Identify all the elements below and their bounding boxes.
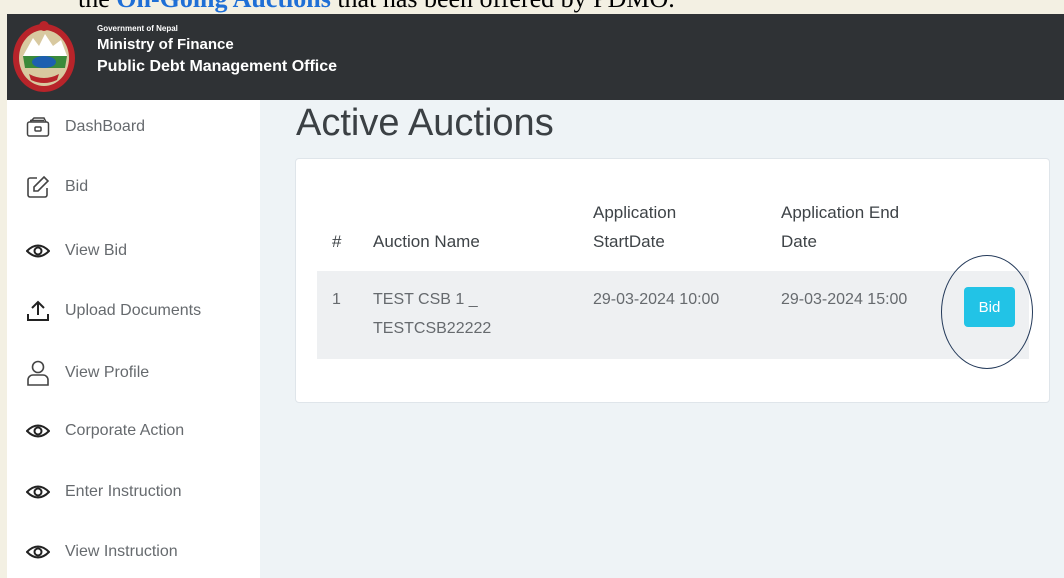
- app-header: Government of Nepal Ministry of Finance …: [7, 14, 1064, 100]
- column-header-start-line2: StartDate: [593, 232, 665, 251]
- sidebar: DashBoard Bid View Bid Upload Documents …: [7, 100, 260, 578]
- office-label: Public Debt Management Office: [97, 58, 338, 75]
- column-header-end-line2: Date: [781, 232, 817, 251]
- sidebar-item-view-instruction[interactable]: View Instruction: [25, 537, 255, 567]
- wallet-icon: [25, 114, 51, 140]
- government-label: Government of Nepal: [97, 24, 178, 33]
- caption-text: the On-Going Auctions that has been offe…: [78, 0, 675, 12]
- sidebar-item-label: DashBoard: [65, 118, 146, 135]
- eye-icon: [25, 479, 51, 505]
- column-header-start-line1: Application: [593, 203, 677, 222]
- nepal-emblem-icon: [13, 21, 75, 92]
- caption-prefix: the: [78, 0, 116, 13]
- sidebar-item-enter-instruction[interactable]: Enter Instruction: [25, 477, 255, 507]
- sidebar-item-view-bid[interactable]: View Bid: [25, 236, 255, 266]
- sidebar-item-view-profile[interactable]: View Profile: [25, 358, 255, 388]
- sidebar-item-label: Enter Instruction: [65, 483, 182, 500]
- column-header-auction-name: Auction Name: [373, 232, 480, 251]
- sidebar-item-label: View Profile: [65, 364, 150, 381]
- ministry-label: Ministry of Finance: [97, 36, 234, 53]
- row-auction-name-line1: TEST CSB 1 _: [373, 291, 478, 308]
- row-auction-name-line2: TESTCSB22222: [373, 320, 492, 337]
- edit-icon: [25, 174, 51, 200]
- sidebar-item-upload-documents[interactable]: Upload Documents: [25, 296, 255, 326]
- sidebar-item-label: Corporate Action: [65, 422, 185, 439]
- auctions-card: # Auction Name Application StartDate App…: [295, 158, 1050, 403]
- row-end-date: 29-03-2024 15:00: [781, 291, 908, 308]
- caption-highlight: On-Going Auctions: [116, 0, 331, 13]
- eye-icon: [25, 238, 51, 264]
- sidebar-item-bid[interactable]: Bid: [25, 172, 255, 202]
- caption-suffix: that has been offered by PDMO.: [331, 0, 674, 13]
- sidebar-item-label: View Instruction: [65, 543, 178, 560]
- column-header-index: #: [332, 232, 342, 251]
- eye-icon: [25, 539, 51, 565]
- sidebar-item-label: Bid: [65, 178, 89, 195]
- annotation-circle: [941, 255, 1033, 369]
- document-caption: the On-Going Auctions that has been offe…: [0, 0, 1064, 14]
- row-start-date: 29-03-2024 10:00: [593, 291, 720, 308]
- page-title: Active Auctions: [296, 102, 554, 144]
- sidebar-item-label: View Bid: [65, 242, 127, 259]
- sidebar-item-corporate-action[interactable]: Corporate Action: [25, 416, 255, 446]
- sidebar-item-label: Upload Documents: [65, 302, 202, 319]
- eye-icon: [25, 418, 51, 444]
- column-header-end-line1: Application End: [781, 203, 900, 222]
- sidebar-item-dashboard[interactable]: DashBoard: [25, 112, 255, 142]
- upload-icon: [25, 298, 51, 324]
- user-icon: [25, 360, 51, 386]
- row-index: 1: [332, 291, 341, 308]
- main-content: Active Auctions # Auction Name Applicati…: [260, 100, 1064, 578]
